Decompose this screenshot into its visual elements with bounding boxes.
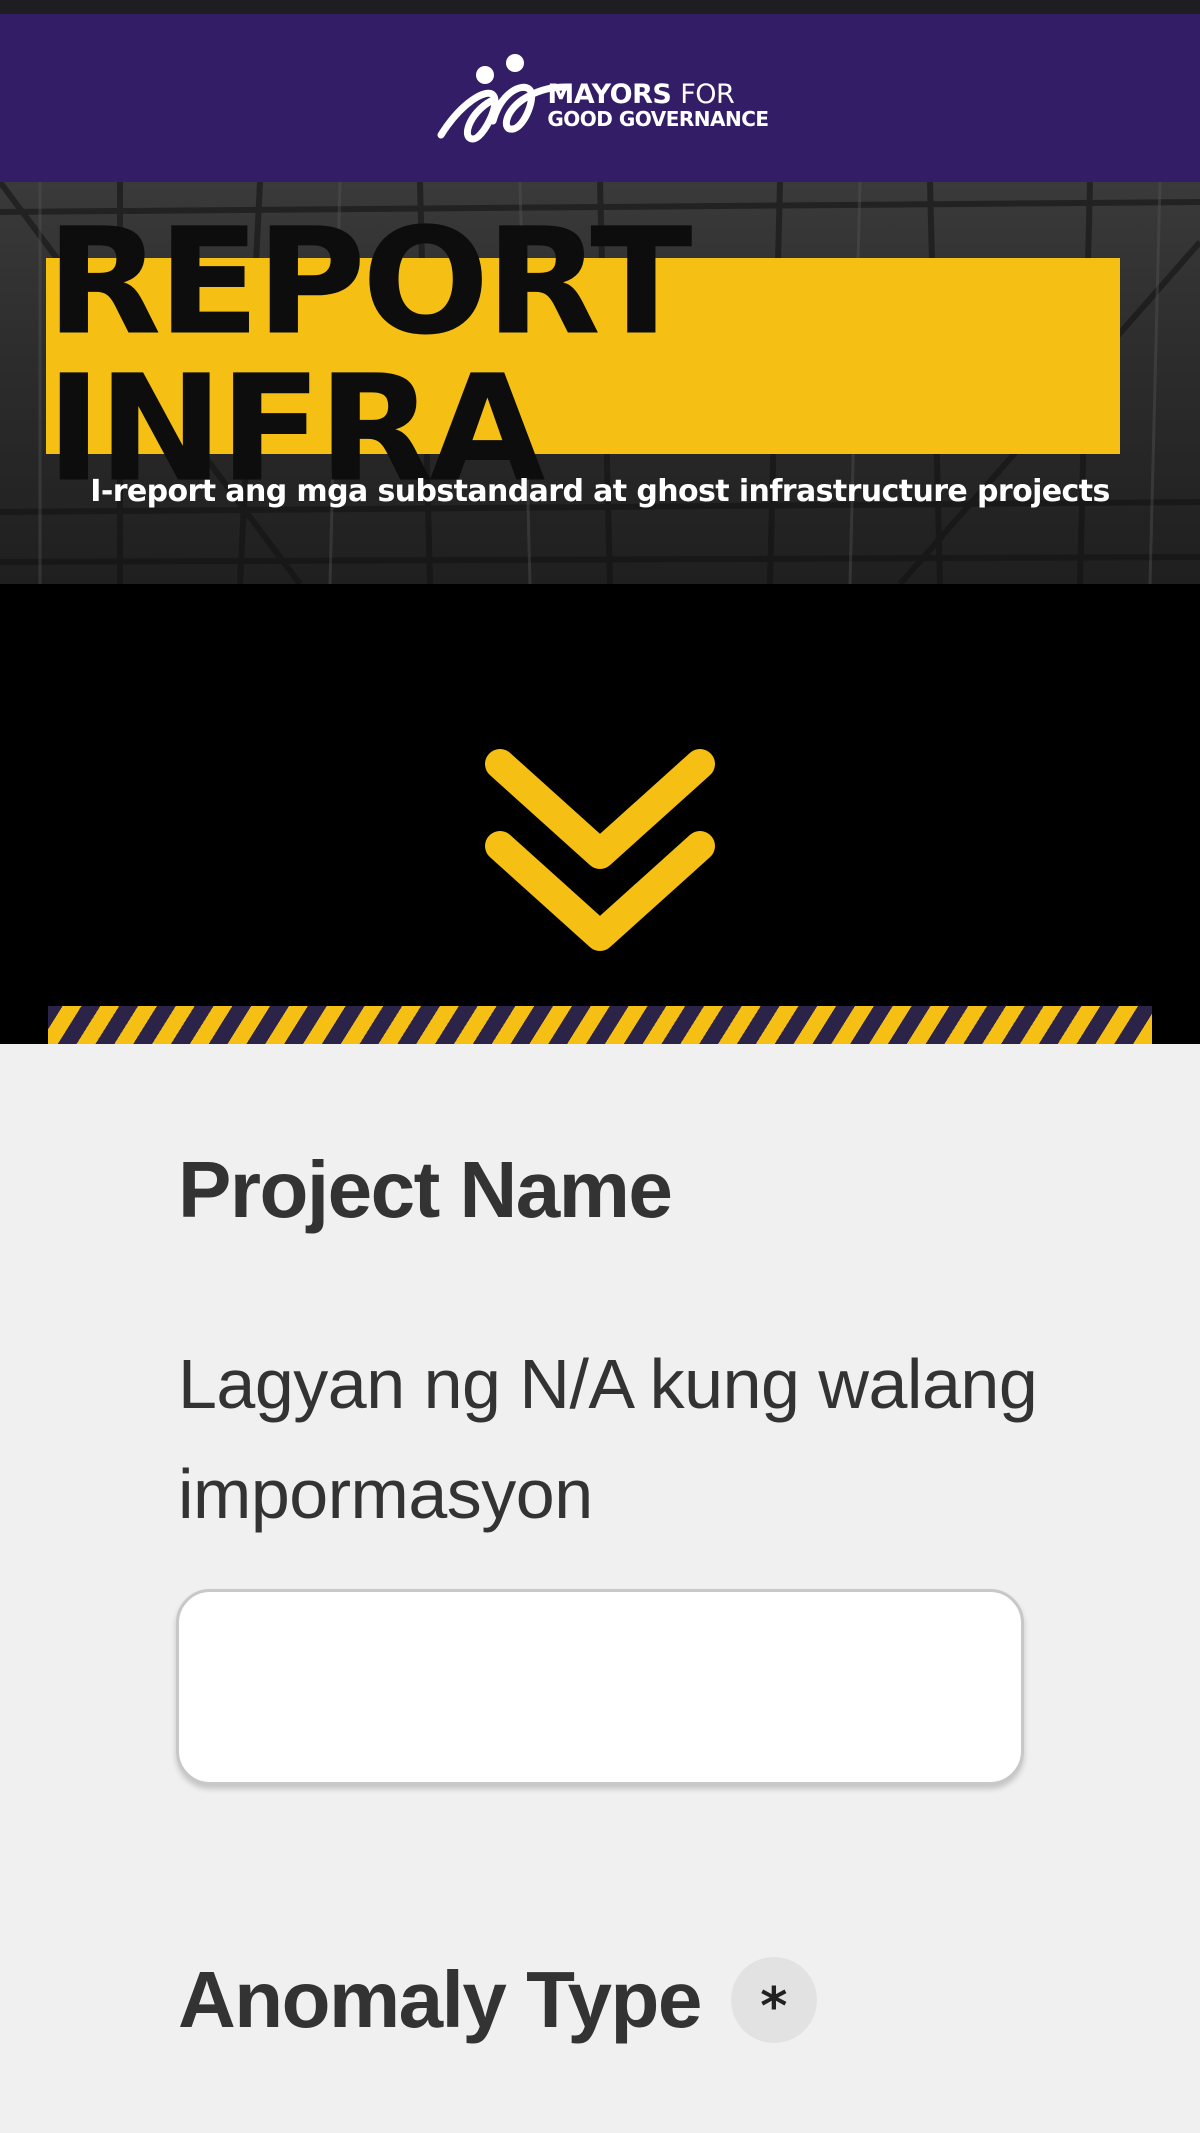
hero-banner: REPORT INFRA I-report ang mga substandar… — [0, 182, 1200, 584]
hero-title: REPORT INFRA — [46, 197, 693, 515]
logo-wordmark: MAYORS FOR GOOD GOVERNANCE — [547, 79, 769, 131]
site-header: MAYORS FOR GOOD GOVERNANCE — [0, 14, 1200, 182]
hero-title-box: REPORT INFRA — [46, 209, 1120, 503]
anomaly-type-label: Anomaly Type — [178, 1955, 702, 2044]
report-infra-page: MAYORS FOR GOOD GOVERNANCE REPORT INFRA … — [0, 0, 1200, 2133]
required-asterisk-badge: * — [730, 1957, 817, 2043]
project-name-label: Project Name — [178, 1145, 673, 1234]
hero-subtitle: I-report ang mga substandard at ghost in… — [90, 474, 1110, 509]
scroll-cue-band — [0, 584, 1200, 1044]
logo-good-governance-text: GOOD GOVERNANCE — [547, 107, 769, 131]
status-bar-strip — [0, 0, 1200, 14]
anomaly-type-header: Anomaly Type * — [178, 1954, 817, 2046]
report-form: Project Name Lagyan ng N/A kung walang i… — [0, 1044, 1200, 2133]
logo-for-text: FOR — [680, 79, 735, 110]
double-chevron-down-icon[interactable] — [480, 734, 720, 964]
project-name-input[interactable] — [176, 1589, 1024, 1785]
mayors-for-good-governance-logo[interactable]: MAYORS FOR GOOD GOVERNANCE — [431, 43, 769, 153]
logo-mayors-text: MAYORS — [547, 79, 672, 110]
project-name-helper-text: Lagyan ng N/A kung walang impormasyon — [178, 1345, 1038, 1533]
hazard-stripe-divider — [48, 1006, 1152, 1044]
